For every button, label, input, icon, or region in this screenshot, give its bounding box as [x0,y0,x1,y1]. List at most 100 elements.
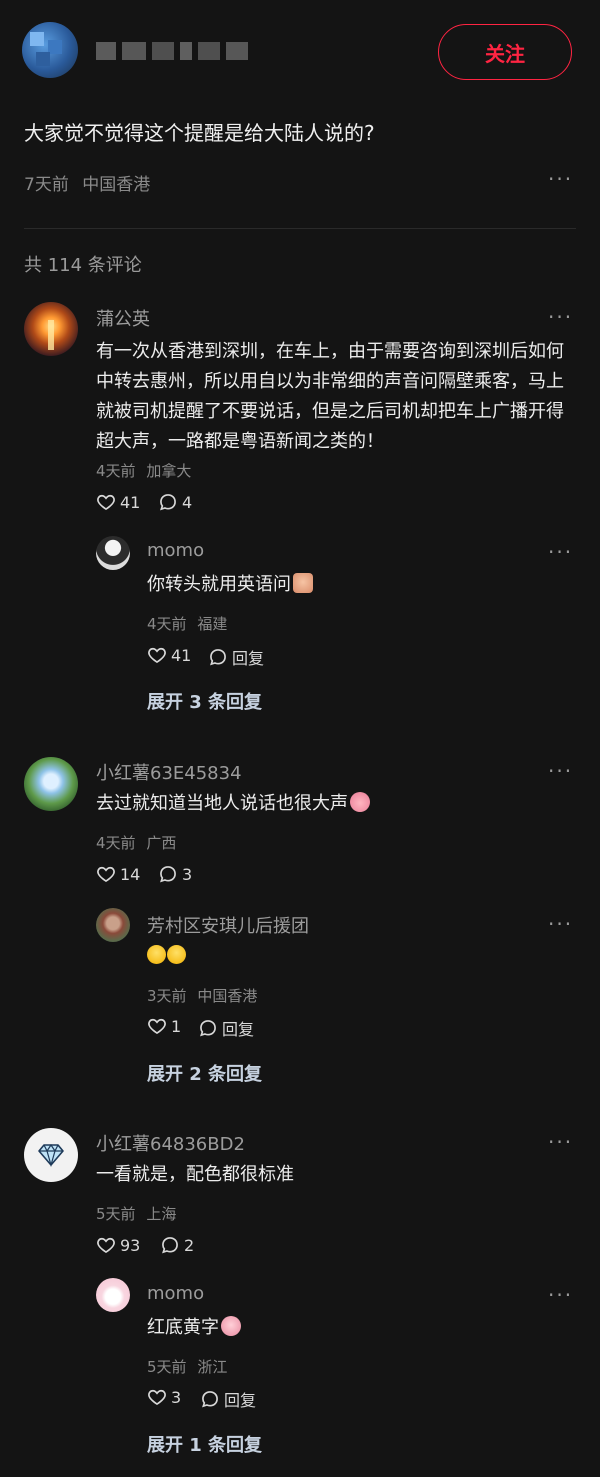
comment-more-icon[interactable]: ··· [548,761,573,781]
comment-text: 有一次从香港到深圳，在车上，由于需要咨询到深圳后如何中转去惠州，所以用自以为非常… [96,341,564,452]
reply-name[interactable]: 芳村区安琪儿后援团 [147,912,309,938]
reply-text: 红底黄字 [147,1317,219,1338]
post-location: 中国香港 [82,175,151,195]
comment-more-icon[interactable]: ··· [548,1132,573,1152]
divider [24,228,576,229]
author-avatar[interactable] [22,22,78,78]
reply-count-button[interactable]: 4 [158,492,192,512]
comment-time: 4天前 [96,834,136,852]
heart-icon [97,1237,115,1254]
comment-location: 上海 [146,1205,177,1223]
reply-meta: 4天前 福建 [147,613,227,634]
like-button[interactable]: 14 [96,864,140,884]
comment-text: 一看就是，配色都很标准 [96,1164,294,1185]
reply-text-row: 红底黄字 [147,1313,241,1343]
comment-time: 4天前 [96,462,136,480]
reply-avatar[interactable] [96,1278,130,1312]
comment-icon [162,1237,178,1254]
reply-avatar[interactable] [96,536,130,570]
post-meta: 7天前 中国香港 [24,170,150,195]
heart-icon [97,494,115,511]
emoji-icon [350,792,370,812]
like-count: 14 [120,864,141,884]
reply-more-icon[interactable]: ··· [548,542,573,562]
reply-name[interactable]: momo [147,1283,204,1304]
reply-location: 中国香港 [197,987,258,1005]
reply-text-row: 你转头就用英语问 [147,570,313,600]
reply-count: 4 [182,492,193,512]
like-button[interactable]: 41 [96,492,140,512]
comment-icon [202,1391,218,1408]
post-time: 7天前 [24,175,69,195]
heart-icon [97,866,115,883]
reply-location: 福建 [197,615,228,633]
reply-like-count: 3 [171,1387,182,1407]
reply-time: 4天前 [147,615,187,633]
reply-time: 5天前 [147,1358,187,1376]
reply-count: 3 [182,864,193,884]
reply-like-count: 1 [171,1016,182,1036]
reply-like-button[interactable]: 1 [147,1016,181,1036]
comment-time: 5天前 [96,1205,136,1223]
comment-text-row: 去过就知道当地人说话也很大声 [96,789,370,819]
like-count: 93 [120,1235,141,1255]
diamond-icon [38,1143,64,1167]
reply-meta: 5天前 浙江 [147,1356,227,1377]
reply-emoji-row [147,945,186,965]
reply-more-icon[interactable]: ··· [548,1285,573,1305]
commenter-avatar[interactable] [24,1128,78,1182]
reply-location: 浙江 [197,1358,228,1376]
reply-button-label: 回复 [232,649,265,668]
follow-button[interactable]: 关注 [438,24,572,80]
comment-text: 去过就知道当地人说话也很大声 [96,793,348,814]
reply-button-label: 回复 [224,1391,257,1410]
comment-more-icon[interactable]: ··· [548,307,573,327]
post-more-icon[interactable]: ··· [548,169,573,189]
reply-name[interactable]: momo [147,540,204,561]
reply-count-button[interactable]: 2 [160,1235,194,1255]
reply-text: 你转头就用英语问 [147,574,291,595]
reply-meta: 3天前 中国香港 [147,985,257,1006]
commenter-name[interactable]: 小红薯64836BD2 [96,1130,245,1156]
reply-like-count: 41 [171,645,192,665]
like-button[interactable]: 93 [96,1235,140,1255]
commenter-avatar[interactable] [24,757,78,811]
heart-icon [148,647,166,664]
commenter-name[interactable]: 小红薯63E45834 [96,759,242,785]
reply-more-icon[interactable]: ··· [548,914,573,934]
expand-replies-button[interactable]: 展开 1 条回复 [147,1431,262,1457]
reply-like-button[interactable]: 41 [147,645,191,665]
reply-avatar[interactable] [96,908,130,942]
emoji-icon [221,1316,241,1336]
post-title: 大家觉不觉得这个提醒是给大陆人说的? [24,121,375,145]
reply-button[interactable]: 回复 [198,1016,254,1040]
reply-count-button[interactable]: 3 [158,864,192,884]
reply-like-button[interactable]: 3 [147,1387,181,1407]
commenter-name[interactable]: 蒲公英 [96,305,150,331]
commenter-avatar[interactable] [24,302,78,356]
follow-button-label: 关注 [485,41,525,66]
laughing-emoji-icon [147,945,166,964]
comment-meta: 5天前 上海 [96,1203,176,1224]
comment-icon [210,649,226,666]
expand-replies-button[interactable]: 展开 3 条回复 [147,688,262,714]
reply-button-label: 回复 [222,1020,255,1039]
laughing-emoji-icon [167,945,186,964]
reply-count: 2 [184,1235,195,1255]
comment-icon [200,1020,216,1037]
reply-button[interactable]: 回复 [200,1387,256,1411]
comment-meta: 4天前 加拿大 [96,460,191,481]
expand-replies-button[interactable]: 展开 2 条回复 [147,1060,262,1086]
comments-count: 共 114 条评论 [24,255,142,276]
comment-location: 加拿大 [146,462,192,480]
reply-button[interactable]: 回复 [208,645,264,669]
comment-icon [160,494,176,511]
author-name-blurred[interactable] [96,42,248,60]
comment-icon [160,866,176,883]
heart-icon [148,1018,166,1035]
like-count: 41 [120,492,141,512]
reply-time: 3天前 [147,987,187,1005]
emoji-icon [293,573,313,593]
comment-location: 广西 [146,834,177,852]
heart-icon [148,1389,166,1406]
